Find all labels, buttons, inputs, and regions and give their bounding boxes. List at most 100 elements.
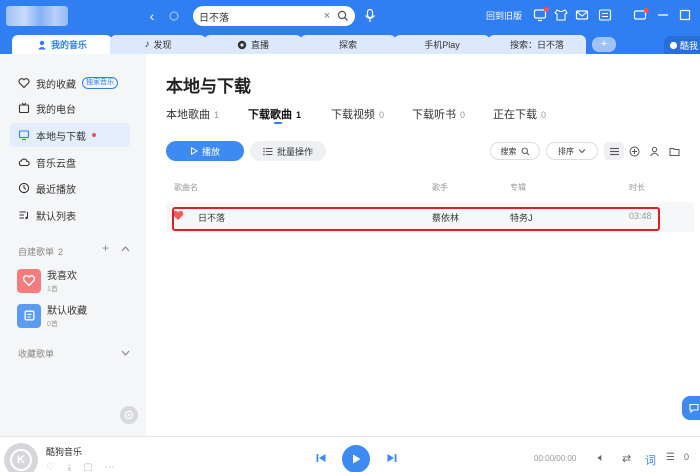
skin-tab[interactable]: 酷我 — [664, 36, 700, 54]
chat-icon — [689, 403, 699, 414]
batch-operation-button[interactable]: 批量操作 — [250, 141, 326, 161]
volume-icon[interactable]: 🔈︎ — [598, 452, 605, 465]
monitor-icon — [18, 130, 30, 141]
kugou-logo: K — [10, 449, 32, 471]
chevron-up-icon[interactable] — [121, 245, 130, 253]
sidebar-item-label: 默认列表 — [36, 211, 76, 223]
sidebar-item-local-download[interactable]: 本地与下载 — [10, 123, 130, 147]
search-icon[interactable] — [337, 10, 349, 22]
feedback-float-button[interactable] — [682, 396, 700, 420]
sidebar-item-default-list[interactable]: 默认列表 — [10, 203, 130, 227]
view-switcher — [604, 142, 684, 160]
maximize-icon[interactable] — [678, 8, 692, 22]
tab-live[interactable]: 直播 — [204, 35, 302, 54]
more-icon[interactable]: ⋯ — [105, 462, 115, 472]
subtab-downloaded-videos[interactable]: 下载视频 0 — [331, 106, 384, 122]
chevron-down-icon[interactable] — [121, 349, 130, 357]
active-tab-indicator — [274, 122, 282, 124]
forward-arrow-icon[interactable] — [166, 7, 182, 25]
list-view-icon[interactable] — [604, 142, 624, 160]
playlist-name: 我喜欢 — [47, 271, 77, 282]
subtab-label: 正在下载 — [493, 109, 537, 121]
tab-label: 我的音乐 — [50, 40, 87, 50]
menu-icon[interactable] — [598, 8, 612, 22]
subtab-downloaded-audiobooks[interactable]: 下载听书 0 — [412, 106, 465, 122]
mini-mode-icon[interactable] — [633, 8, 649, 22]
avatar-icon — [669, 41, 678, 49]
search-icon — [521, 147, 529, 155]
loop-mode-icon[interactable]: ⇄ — [622, 452, 631, 465]
sidebar-item-label: 最近播放 — [36, 184, 76, 196]
skin-tab-label: 酷我 — [680, 40, 699, 51]
radio-icon — [18, 102, 30, 114]
cloud-icon — [18, 158, 30, 167]
tab-mobile-play[interactable]: 手机Play — [394, 35, 490, 54]
subtab-downloaded-songs[interactable]: 下载歌曲 1 — [248, 106, 301, 122]
sort-label: 排序 — [558, 146, 574, 156]
queue-count: 0 — [684, 452, 690, 462]
sidebar-item-recent[interactable]: 最近播放 — [10, 176, 130, 200]
column-header-name[interactable]: 歌曲名 — [174, 182, 198, 193]
list-check-icon — [263, 147, 273, 155]
heart-outline-icon — [18, 78, 30, 89]
tab-bar: 我的音乐 ♪ 发现 直播 探索 手机Play 搜索：日不落 + 酷我 — [0, 32, 700, 54]
back-to-old-version-link[interactable]: 回到旧版 — [486, 9, 522, 22]
playlist-item[interactable]: 默认收藏 0首 — [17, 302, 87, 329]
local-search-label: 搜索 — [500, 146, 517, 156]
clear-icon[interactable]: × — [321, 10, 333, 22]
add-circle-icon[interactable] — [624, 142, 644, 160]
add-playlist-icon[interactable]: + — [102, 241, 109, 255]
subtab-local-songs[interactable]: 本地歌曲 1 — [166, 106, 219, 122]
tab-explore[interactable]: 探索 — [300, 35, 396, 54]
microphone-icon[interactable] — [363, 8, 377, 24]
column-header-artist[interactable]: 歌手 — [432, 182, 448, 193]
play-button[interactable] — [342, 445, 370, 472]
subtab-label: 下载歌曲 — [248, 109, 292, 121]
sidebar-item-label: 本地与下载 — [36, 131, 86, 143]
sidebar-item-radio[interactable]: 我的电台 — [10, 96, 130, 120]
local-search-button[interactable]: 搜索 — [490, 142, 540, 160]
person-icon[interactable] — [644, 142, 664, 160]
created-playlists-header[interactable]: 自建歌单 2 — [18, 245, 63, 258]
skin-icon[interactable] — [554, 8, 568, 22]
mv-icon[interactable]: ▢ — [83, 462, 92, 472]
search-box[interactable]: × — [193, 6, 355, 26]
message-icon[interactable] — [533, 7, 549, 22]
subtab-downloading[interactable]: 正在下载 0 — [493, 106, 546, 122]
sidebar-item-label: 我的收藏 — [36, 79, 76, 91]
sort-button[interactable]: 排序 — [546, 142, 598, 160]
mail-icon[interactable] — [575, 8, 589, 22]
column-header-duration[interactable]: 时长 — [629, 182, 645, 193]
section-title: 自建歌单 — [18, 247, 55, 257]
settings-gear-icon[interactable] — [120, 406, 138, 424]
highlight-frame — [172, 207, 660, 231]
play-all-button[interactable]: 播放 — [166, 141, 244, 161]
tab-search-result[interactable]: 搜索：日不落 — [488, 35, 586, 54]
subtab-label: 下载听书 — [412, 109, 456, 121]
search-input[interactable] — [199, 10, 321, 22]
tab-my-music[interactable]: 我的音乐 — [12, 35, 112, 54]
collected-playlists-header[interactable]: 收藏歌单 — [18, 347, 54, 360]
playlist-item[interactable]: 我喜欢 1首 — [17, 267, 77, 294]
minimize-icon[interactable] — [656, 8, 670, 22]
tab-label: 搜索：日不落 — [509, 40, 564, 50]
now-playing-title: 酷狗音乐 — [46, 447, 83, 457]
mini-actions: ♡ ⤓ ▢ ⋯ — [46, 462, 115, 472]
add-tab-button[interactable]: + — [592, 37, 616, 52]
tab-discover[interactable]: ♪ 发现 — [110, 35, 206, 54]
like-icon[interactable]: ♡ — [46, 462, 55, 472]
lyrics-button[interactable]: 词 — [645, 452, 656, 468]
sidebar-item-favorites[interactable]: 我的收藏 独家音乐 — [10, 71, 130, 95]
sidebar-item-cloud[interactable]: 音乐云盘 — [10, 150, 130, 174]
playlist-queue-icon[interactable]: ☰ — [666, 452, 675, 463]
folder-icon[interactable] — [664, 142, 684, 160]
tab-label: 发现 — [153, 40, 172, 50]
previous-icon[interactable] — [314, 451, 328, 465]
user-icon — [37, 40, 46, 49]
next-icon[interactable] — [385, 451, 399, 465]
back-arrow-icon[interactable]: ‹ — [144, 7, 160, 25]
album-art[interactable]: K — [4, 443, 38, 472]
column-header-album[interactable]: 专辑 — [510, 182, 526, 193]
download-icon[interactable]: ⤓ — [67, 462, 71, 472]
title-bar: ‹ × 回到旧版 — [0, 0, 700, 32]
